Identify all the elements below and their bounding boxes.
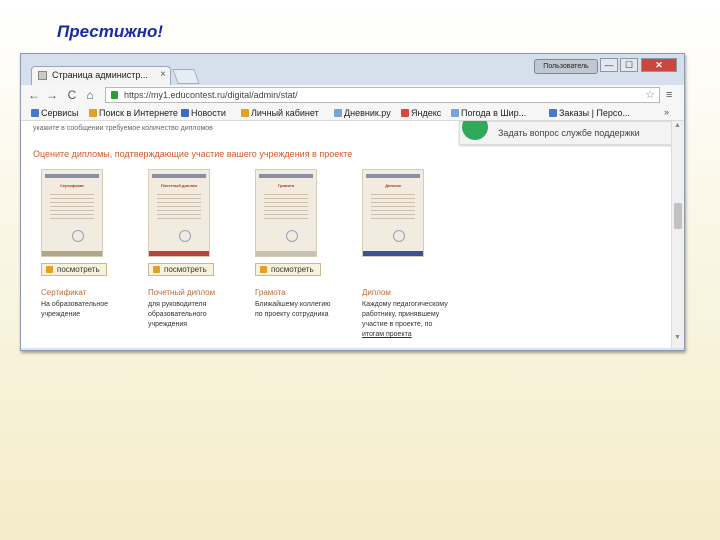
award-title: Сертификат bbox=[59, 183, 85, 188]
scrollbar-thumb[interactable] bbox=[674, 203, 682, 229]
award-stripe bbox=[363, 251, 423, 256]
new-tab-button[interactable] bbox=[172, 69, 200, 84]
scroll-up-icon[interactable]: ▲ bbox=[674, 122, 681, 129]
bookmark-search[interactable]: Поиск в Интернете bbox=[89, 108, 178, 118]
award-title: Диплом bbox=[385, 183, 401, 188]
vertical-scrollbar[interactable]: ▲ ▼ bbox=[671, 121, 684, 348]
award-stripe bbox=[42, 251, 102, 256]
toolbar: ← → C ⌂ https://my1.educontest.ru/digita… bbox=[21, 85, 684, 107]
title-bar: Страница администр... × Пользователь — ☐… bbox=[21, 54, 684, 85]
url-text: https://my1.educontest.ru/digital/admin/… bbox=[124, 90, 298, 100]
search-icon bbox=[89, 109, 97, 117]
award-desc: Ближайшему коллегию по проекту сотрудник… bbox=[255, 301, 331, 318]
section-heading: Оцените дипломы, подтверждающие участие … bbox=[33, 149, 353, 159]
award-title: Грамота bbox=[277, 183, 295, 188]
award-name: Грамота bbox=[255, 288, 286, 297]
profile-button[interactable]: Пользователь bbox=[534, 59, 598, 74]
award-name: Почетный диплом bbox=[148, 288, 216, 297]
yandex-icon bbox=[401, 109, 409, 117]
bookmark-services[interactable]: Сервисы bbox=[31, 108, 78, 118]
bookmark-yandex[interactable]: Яндекс bbox=[401, 108, 441, 118]
award-stripe bbox=[256, 251, 316, 256]
award-name: Сертификат bbox=[41, 288, 87, 297]
scroll-down-icon[interactable]: ▼ bbox=[674, 334, 681, 341]
seal-icon bbox=[72, 230, 84, 242]
award-desc: На образовательное учреждение bbox=[41, 301, 109, 318]
weather-icon bbox=[451, 109, 459, 117]
slide-title: Престижно! bbox=[57, 22, 164, 41]
bookmark-cabinet[interactable]: Личный кабинет bbox=[241, 108, 319, 118]
diploma-preview: Диплом bbox=[362, 169, 424, 257]
award-desc: Каждому педагогическому работнику, приня… bbox=[362, 301, 448, 338]
seal-icon bbox=[179, 230, 191, 242]
minimize-button[interactable]: — bbox=[600, 58, 618, 72]
bookmark-orders[interactable]: Заказы | Персо... bbox=[549, 108, 630, 118]
address-bar[interactable]: https://my1.educontest.ru/digital/admin/… bbox=[105, 87, 660, 103]
award-stripe bbox=[149, 251, 209, 256]
maximize-button[interactable]: ☐ bbox=[620, 58, 638, 72]
download-icon bbox=[46, 266, 53, 273]
news-icon bbox=[181, 109, 189, 117]
download-icon bbox=[260, 266, 267, 273]
tab-close-icon[interactable]: × bbox=[160, 69, 166, 80]
page-favicon-icon bbox=[38, 71, 47, 80]
cabinet-icon bbox=[241, 109, 249, 117]
close-window-button[interactable]: ✕ bbox=[641, 58, 677, 72]
chat-icon bbox=[462, 121, 488, 140]
apps-icon bbox=[31, 109, 39, 117]
dnevnik-icon bbox=[334, 109, 342, 117]
orders-icon bbox=[549, 109, 557, 117]
view-honorary-diploma-button[interactable]: посмотреть bbox=[148, 263, 214, 276]
browser-tab[interactable]: Страница администр... × bbox=[31, 66, 171, 85]
bookmark-dnevnik[interactable]: Дневник.ру bbox=[334, 108, 391, 118]
notice-text: укажите в сообщении требуемое количество… bbox=[33, 125, 213, 132]
download-icon bbox=[153, 266, 160, 273]
view-certificate-button[interactable]: посмотреть bbox=[41, 263, 107, 276]
award-name: Диплом bbox=[362, 288, 391, 297]
seal-icon bbox=[286, 230, 298, 242]
award-desc: для руководителя образовательного учрежд… bbox=[148, 301, 207, 328]
menu-icon[interactable]: ≡ bbox=[666, 89, 672, 101]
reload-icon[interactable]: C bbox=[65, 88, 79, 102]
page-content: укажите в сообщении требуемое количество… bbox=[21, 121, 671, 348]
view-gramota-button[interactable]: посмотреть bbox=[255, 263, 321, 276]
certificate-preview: Сертификат bbox=[41, 169, 103, 257]
gramota-preview: Грамота bbox=[255, 169, 317, 257]
bookmark-star-icon[interactable]: ☆ bbox=[645, 88, 655, 101]
seal-icon bbox=[393, 230, 405, 242]
bookmarks-more-icon[interactable]: » bbox=[664, 107, 669, 117]
support-text: Задать вопрос службе поддержки bbox=[498, 128, 640, 138]
bookmark-weather[interactable]: Погода в Шир... bbox=[451, 108, 526, 118]
forward-icon[interactable]: → bbox=[45, 88, 59, 102]
award-title: Почетный диплом bbox=[160, 183, 198, 188]
support-popup[interactable]: Задать вопрос службе поддержки bbox=[459, 121, 671, 145]
honorary-diploma-preview: Почетный диплом bbox=[148, 169, 210, 257]
tab-title: Страница администр... bbox=[52, 70, 148, 80]
home-icon[interactable]: ⌂ bbox=[83, 88, 97, 102]
lock-icon bbox=[111, 91, 118, 99]
back-icon[interactable]: ← bbox=[27, 88, 41, 102]
bookmarks-bar: Сервисы Поиск в Интернете Новости Личный… bbox=[21, 106, 684, 121]
bookmark-news[interactable]: Новости bbox=[181, 108, 226, 118]
browser-window: Страница администр... × Пользователь — ☐… bbox=[20, 53, 685, 351]
